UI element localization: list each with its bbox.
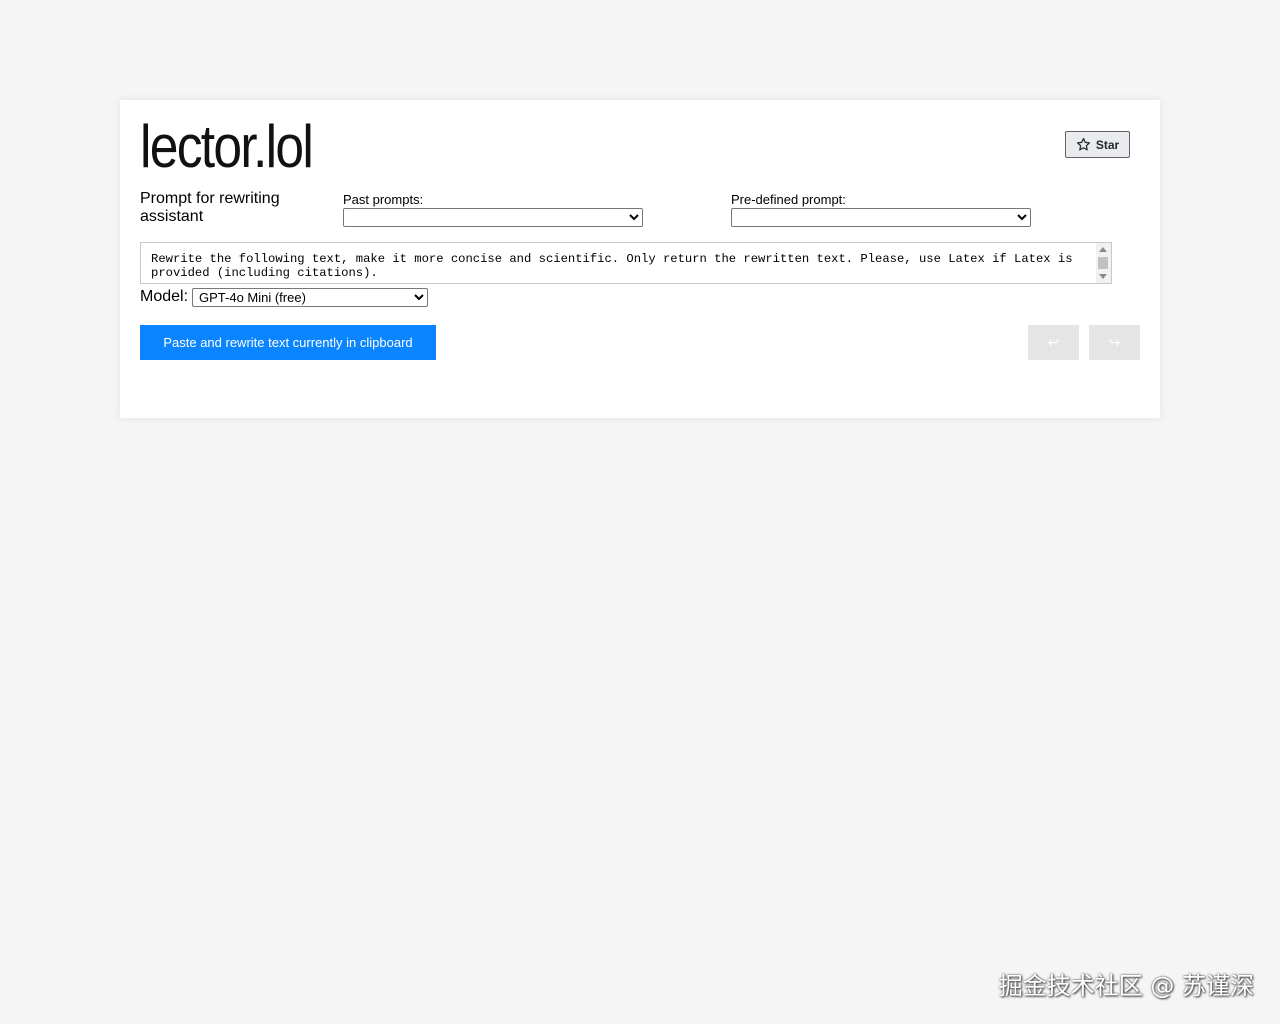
prompt-text: Rewrite the following text, make it more… xyxy=(151,252,1073,280)
star-button-label: Star xyxy=(1095,137,1120,152)
star-button[interactable]: Star xyxy=(1065,131,1130,158)
undo-button[interactable]: ↩ xyxy=(1028,325,1079,360)
prompt-textarea[interactable]: Rewrite the following text, make it more… xyxy=(140,242,1112,284)
past-prompts-select[interactable] xyxy=(343,208,643,227)
paste-rewrite-button[interactable]: Paste and rewrite text currently in clip… xyxy=(140,325,436,360)
star-icon xyxy=(1076,137,1091,152)
model-select[interactable]: GPT-4o Mini (free) xyxy=(192,288,428,307)
predefined-prompt-select[interactable] xyxy=(731,208,1031,227)
redo-button[interactable]: ↪ xyxy=(1089,325,1140,360)
app-logo: lector.lol xyxy=(140,113,314,180)
past-prompts-label: Past prompts: xyxy=(343,192,424,207)
model-label: Model: xyxy=(140,288,189,305)
predefined-prompt-label: Pre-defined prompt: xyxy=(731,192,846,207)
watermark: 掘金技术社区 @ 苏谨深 xyxy=(998,972,1254,1000)
scroll-thumb[interactable] xyxy=(1098,257,1108,269)
main-card: lector.lol Star Prompt for rewriting ass… xyxy=(120,100,1160,418)
scroll-up-arrow-icon[interactable] xyxy=(1099,247,1107,252)
prompt-section-title: Prompt for rewriting assistant xyxy=(140,190,280,225)
scroll-down-arrow-icon[interactable] xyxy=(1099,274,1107,279)
prompt-scrollbar[interactable] xyxy=(1096,243,1111,283)
